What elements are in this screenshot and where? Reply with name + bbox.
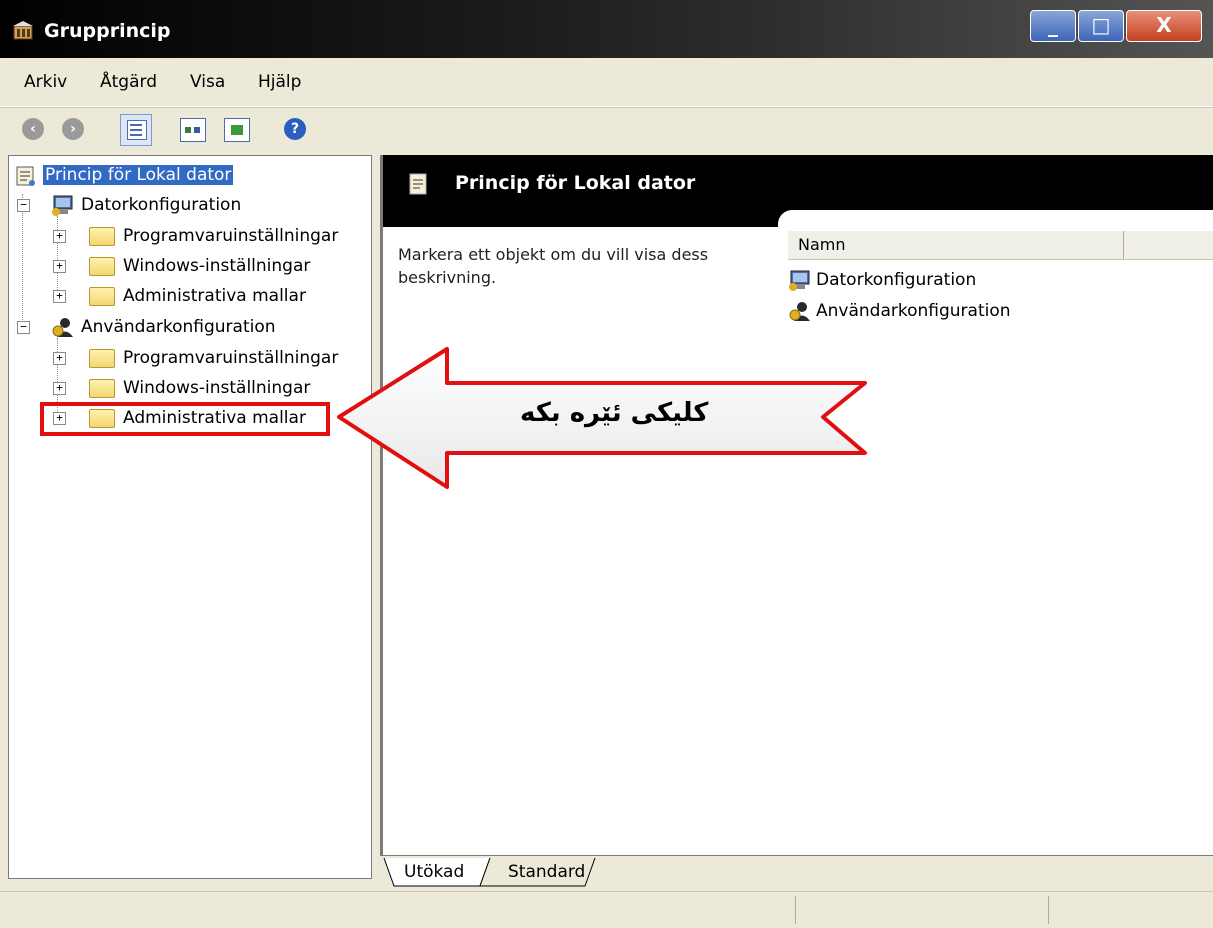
details-list: Namn Datorkonfiguration Användarkonfigur… bbox=[778, 210, 1213, 855]
tree-label: Programvaruinställningar bbox=[123, 348, 339, 368]
export-list-icon[interactable] bbox=[224, 118, 250, 142]
policy-scroll-icon bbox=[16, 166, 35, 186]
toolbar: ‹ › ? bbox=[0, 107, 1213, 152]
list-item-label: Användarkonfiguration bbox=[816, 301, 1011, 321]
close-button[interactable]: X bbox=[1126, 10, 1202, 42]
group-policy-icon bbox=[13, 21, 33, 40]
expand-icon[interactable]: + bbox=[53, 382, 66, 395]
tree-item-computer-config[interactable]: − Datorkonfiguration bbox=[13, 192, 363, 218]
description-text: Markera ett objekt om du vill visa dess … bbox=[398, 245, 709, 287]
show-hide-tree-icon[interactable] bbox=[120, 114, 152, 146]
properties-icon[interactable] bbox=[180, 118, 206, 142]
forward-icon[interactable]: › bbox=[62, 118, 84, 140]
annotation-text: کلیکی ئێره بکه bbox=[520, 398, 709, 428]
help-icon[interactable]: ? bbox=[284, 118, 306, 140]
menu-atgard[interactable]: Åtgärd bbox=[100, 72, 157, 92]
collapse-icon[interactable]: − bbox=[17, 199, 30, 212]
back-icon[interactable]: ‹ bbox=[22, 118, 44, 140]
tree-item-user-config[interactable]: − Användarkonfiguration bbox=[13, 314, 363, 340]
column-label: Namn bbox=[798, 235, 846, 254]
maximize-button[interactable]: □ bbox=[1078, 10, 1124, 42]
expand-icon[interactable]: + bbox=[53, 230, 66, 243]
tree-item-computer-software[interactable]: + Programvaruinställningar bbox=[49, 223, 369, 249]
details-title: Princip för Lokal dator bbox=[455, 172, 696, 194]
list-item-user-config[interactable]: Användarkonfiguration bbox=[788, 298, 1088, 324]
status-divider bbox=[1048, 896, 1049, 924]
column-divider[interactable] bbox=[1123, 231, 1124, 259]
highlight-box bbox=[40, 402, 330, 436]
expand-icon[interactable]: + bbox=[53, 260, 66, 273]
view-tabs: Utökad Standard bbox=[380, 855, 1213, 892]
tab-standard[interactable]: Standard bbox=[508, 862, 585, 890]
menu-hjalp[interactable]: Hjälp bbox=[258, 72, 301, 92]
tree-item-computer-windows[interactable]: + Windows-inställningar bbox=[49, 253, 369, 279]
user-config-icon bbox=[52, 318, 73, 337]
tree-pane: Princip för Lokal dator − Datorkonfigura… bbox=[8, 155, 372, 879]
status-divider bbox=[795, 896, 796, 924]
list-item-computer-config[interactable]: Datorkonfiguration bbox=[788, 267, 1088, 293]
tree-label-computer-config: Datorkonfiguration bbox=[81, 195, 242, 215]
tree-item-root[interactable]: Princip för Lokal dator bbox=[13, 162, 363, 188]
menu-bar: Arkiv Åtgärd Visa Hjälp bbox=[0, 58, 1213, 107]
expand-icon[interactable]: + bbox=[53, 290, 66, 303]
details-pane: Princip för Lokal dator Markera ett obje… bbox=[380, 155, 1213, 855]
status-bar bbox=[0, 891, 1213, 928]
folder-icon bbox=[89, 379, 115, 398]
tree-label: Windows-inställningar bbox=[123, 256, 311, 276]
expand-icon[interactable]: + bbox=[53, 352, 66, 365]
folder-icon bbox=[89, 227, 115, 246]
computer-config-icon bbox=[789, 270, 810, 291]
computer-config-icon bbox=[52, 195, 73, 216]
tree-label-user-config: Användarkonfiguration bbox=[81, 317, 276, 337]
column-header-name[interactable]: Namn bbox=[788, 230, 1213, 260]
tree-item-user-windows[interactable]: + Windows-inställningar bbox=[49, 375, 369, 401]
folder-icon bbox=[89, 257, 115, 276]
menu-arkiv[interactable]: Arkiv bbox=[24, 72, 67, 92]
title-bar: Grupprincip _ □ X bbox=[0, 0, 1213, 58]
minimize-button[interactable]: _ bbox=[1030, 10, 1076, 42]
window-title: Grupprincip bbox=[44, 20, 171, 42]
policy-scroll-icon bbox=[409, 173, 427, 195]
tree-label: Programvaruinställningar bbox=[123, 226, 339, 246]
tab-extended[interactable]: Utökad bbox=[404, 862, 464, 890]
folder-icon bbox=[89, 349, 115, 368]
tree-item-user-software[interactable]: + Programvaruinställningar bbox=[49, 345, 369, 371]
folder-icon bbox=[89, 287, 115, 306]
tree-item-computer-admin-templates[interactable]: + Administrativa mallar bbox=[49, 283, 369, 309]
collapse-icon[interactable]: − bbox=[17, 321, 30, 334]
menu-visa[interactable]: Visa bbox=[190, 72, 225, 92]
tree-label: Windows-inställningar bbox=[123, 378, 311, 398]
list-item-label: Datorkonfiguration bbox=[816, 270, 977, 290]
user-config-icon bbox=[789, 302, 810, 321]
tree-label: Administrativa mallar bbox=[123, 286, 306, 306]
tree-label-root: Princip för Lokal dator bbox=[43, 165, 234, 185]
